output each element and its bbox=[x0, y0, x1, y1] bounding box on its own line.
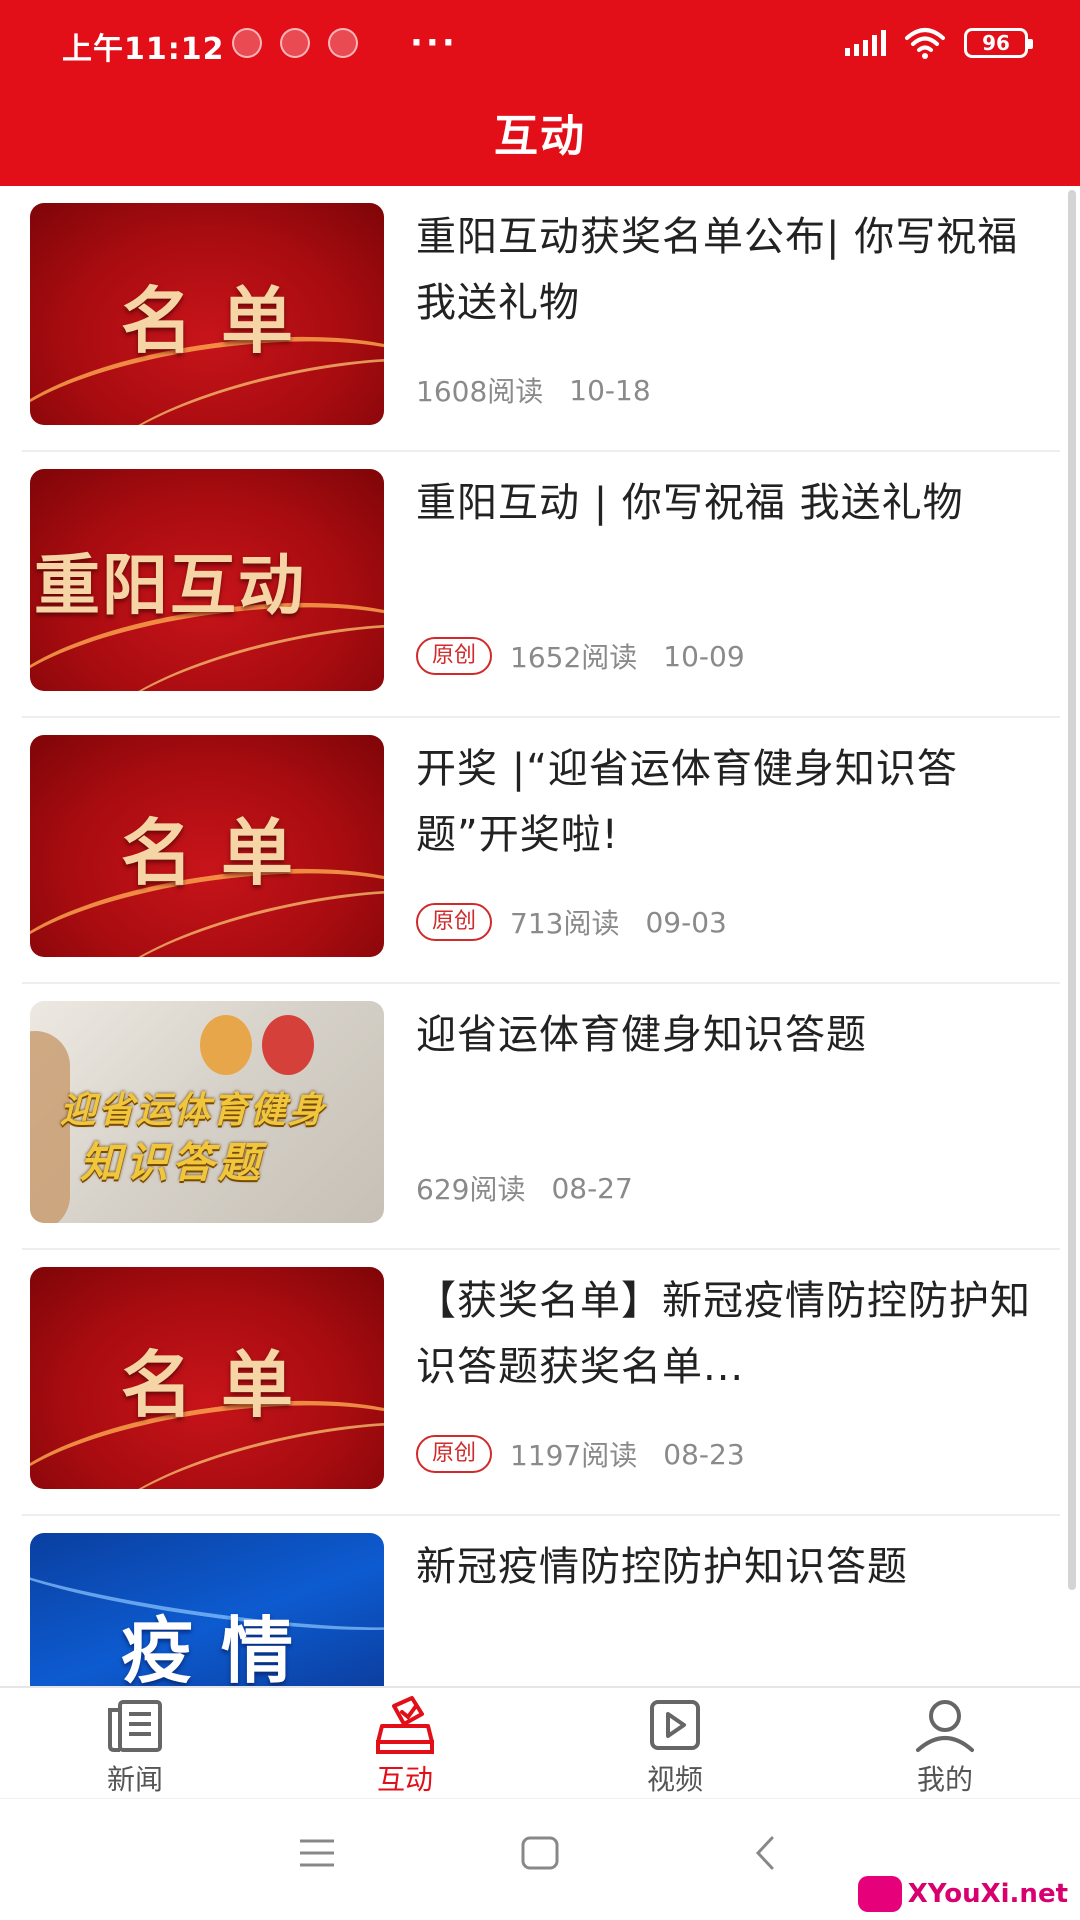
person-icon bbox=[916, 1700, 974, 1752]
deer-mascot-icon bbox=[200, 1015, 252, 1075]
page-title: 互动 bbox=[494, 111, 586, 162]
wifi-icon bbox=[905, 28, 945, 59]
article-thumbnail[interactable]: 重阳互动 bbox=[30, 469, 384, 691]
thumbnail-caption: 迎省运体育健身 bbox=[60, 1090, 327, 1131]
original-badge: 原创 bbox=[416, 1435, 493, 1473]
article-thumbnail[interactable]: 名单 bbox=[30, 735, 384, 957]
thumbnail-caption: 疫情 bbox=[120, 1608, 321, 1687]
article-thumbnail[interactable]: 疫情 bbox=[30, 1533, 384, 1686]
article-meta: 原创 1652阅读 10-09 bbox=[416, 636, 745, 676]
app-notification-icon bbox=[232, 28, 262, 58]
article-meta: 原创 1197阅读 08-23 bbox=[416, 1434, 745, 1474]
article-feed[interactable]: 名单 重阳互动获奖名单公布| 你写祝福 我送礼物 1608阅读 10-18 重阳… bbox=[0, 186, 1080, 1686]
tab-news[interactable]: 新闻 bbox=[0, 1688, 270, 1798]
article-title[interactable]: 重阳互动 | 你写祝福 我送礼物 bbox=[416, 470, 1046, 536]
publish-date: 10-09 bbox=[663, 639, 745, 673]
tab-label: 互动 bbox=[376, 1763, 433, 1796]
newspaper-icon bbox=[108, 1700, 162, 1752]
app-notification-icon bbox=[280, 28, 310, 58]
ballot-box-icon bbox=[376, 1696, 434, 1754]
article-card[interactable]: 名单 开奖 |“迎省运体育健身知识答题”开奖啦! 原创 713阅读 09-03 bbox=[0, 718, 1060, 984]
watermark-text: XYouXi.net bbox=[907, 1879, 1068, 1909]
bottom-tab-bar: 新闻 互动 视频 我的 bbox=[0, 1686, 1080, 1798]
site-watermark: XYouXi.net bbox=[857, 1876, 1068, 1912]
article-card[interactable]: 名单 【获奖名单】新冠疫情防控防护知识答题获奖名单... 原创 1197阅读 0… bbox=[0, 1250, 1060, 1516]
thumbnail-caption: 知识答题 bbox=[80, 1138, 265, 1187]
read-count: 713阅读 bbox=[510, 907, 620, 940]
more-notifications-icon: ··· bbox=[410, 23, 458, 63]
thumbnail-caption: 名单 bbox=[120, 278, 321, 363]
home-icon[interactable] bbox=[520, 1835, 560, 1871]
article-title[interactable]: 【获奖名单】新冠疫情防控防护知识答题获奖名单... bbox=[416, 1268, 1046, 1400]
mascot-icon bbox=[262, 1015, 314, 1075]
read-count: 1608阅读 bbox=[416, 375, 544, 408]
app-header: 上午11:12 ··· 96 互动 bbox=[0, 0, 1080, 186]
thumbnail-caption: 名单 bbox=[120, 1342, 321, 1427]
read-count: 629阅读 bbox=[416, 1173, 526, 1206]
article-title[interactable]: 迎省运体育健身知识答题 bbox=[416, 1002, 1046, 1068]
article-card[interactable]: 名单 重阳互动获奖名单公布| 你写祝福 我送礼物 1608阅读 10-18 bbox=[0, 186, 1060, 452]
publish-date: 08-23 bbox=[663, 1437, 745, 1471]
article-thumbnail[interactable]: 名单 bbox=[30, 203, 384, 425]
tab-label: 视频 bbox=[646, 1763, 703, 1796]
publish-date: 10-18 bbox=[569, 373, 651, 407]
notification-icons: ··· bbox=[232, 23, 458, 63]
gamepad-logo-icon bbox=[857, 1876, 902, 1912]
signal-icon bbox=[845, 30, 886, 56]
article-meta: 629阅读 08-27 bbox=[416, 1168, 633, 1208]
article-thumbnail[interactable]: 名单 bbox=[30, 1267, 384, 1489]
thumbnail-caption: 名单 bbox=[120, 810, 321, 895]
article-card[interactable]: 重阳互动 重阳互动 | 你写祝福 我送礼物 原创 1652阅读 10-09 bbox=[0, 452, 1060, 718]
article-meta: 1608阅读 10-18 bbox=[416, 370, 651, 410]
original-badge: 原创 bbox=[416, 637, 493, 675]
article-thumbnail[interactable]: 迎省运体育健身 知识答题 bbox=[30, 1001, 384, 1223]
article-card[interactable]: 迎省运体育健身 知识答题 迎省运体育健身知识答题 629阅读 08-27 bbox=[0, 984, 1060, 1250]
scrollbar[interactable] bbox=[1068, 190, 1076, 1590]
publish-date: 08-27 bbox=[551, 1171, 633, 1205]
original-badge: 原创 bbox=[416, 903, 493, 941]
article-title[interactable]: 新冠疫情防控防护知识答题 bbox=[416, 1534, 1046, 1600]
article-title[interactable]: 开奖 |“迎省运体育健身知识答题”开奖啦! bbox=[416, 736, 1046, 868]
read-count: 1652阅读 bbox=[510, 641, 638, 674]
cloud-notification-icon bbox=[328, 28, 358, 58]
tab-mine[interactable]: 我的 bbox=[810, 1688, 1080, 1798]
publish-date: 09-03 bbox=[645, 905, 727, 939]
play-icon bbox=[650, 1700, 700, 1750]
status-time: 上午11:12 bbox=[62, 32, 225, 67]
battery-icon: 96 bbox=[964, 28, 1033, 58]
system-status-icons: 96 bbox=[845, 26, 1033, 60]
tab-label: 新闻 bbox=[106, 1763, 163, 1796]
article-card[interactable]: 疫情 新冠疫情防控防护知识答题 bbox=[0, 1516, 1060, 1686]
thumbnail-caption: 重阳互动 bbox=[34, 547, 306, 624]
article-title[interactable]: 重阳互动获奖名单公布| 你写祝福 我送礼物 bbox=[416, 204, 1046, 336]
back-icon[interactable] bbox=[752, 1835, 778, 1871]
tab-interaction[interactable]: 互动 bbox=[270, 1688, 540, 1798]
menu-icon[interactable] bbox=[298, 1835, 336, 1871]
read-count: 1197阅读 bbox=[510, 1439, 638, 1472]
tab-label: 我的 bbox=[916, 1763, 973, 1796]
tab-video[interactable]: 视频 bbox=[540, 1688, 810, 1798]
article-meta: 原创 713阅读 09-03 bbox=[416, 902, 727, 942]
status-bar: 上午11:12 ··· 96 bbox=[0, 0, 1080, 90]
